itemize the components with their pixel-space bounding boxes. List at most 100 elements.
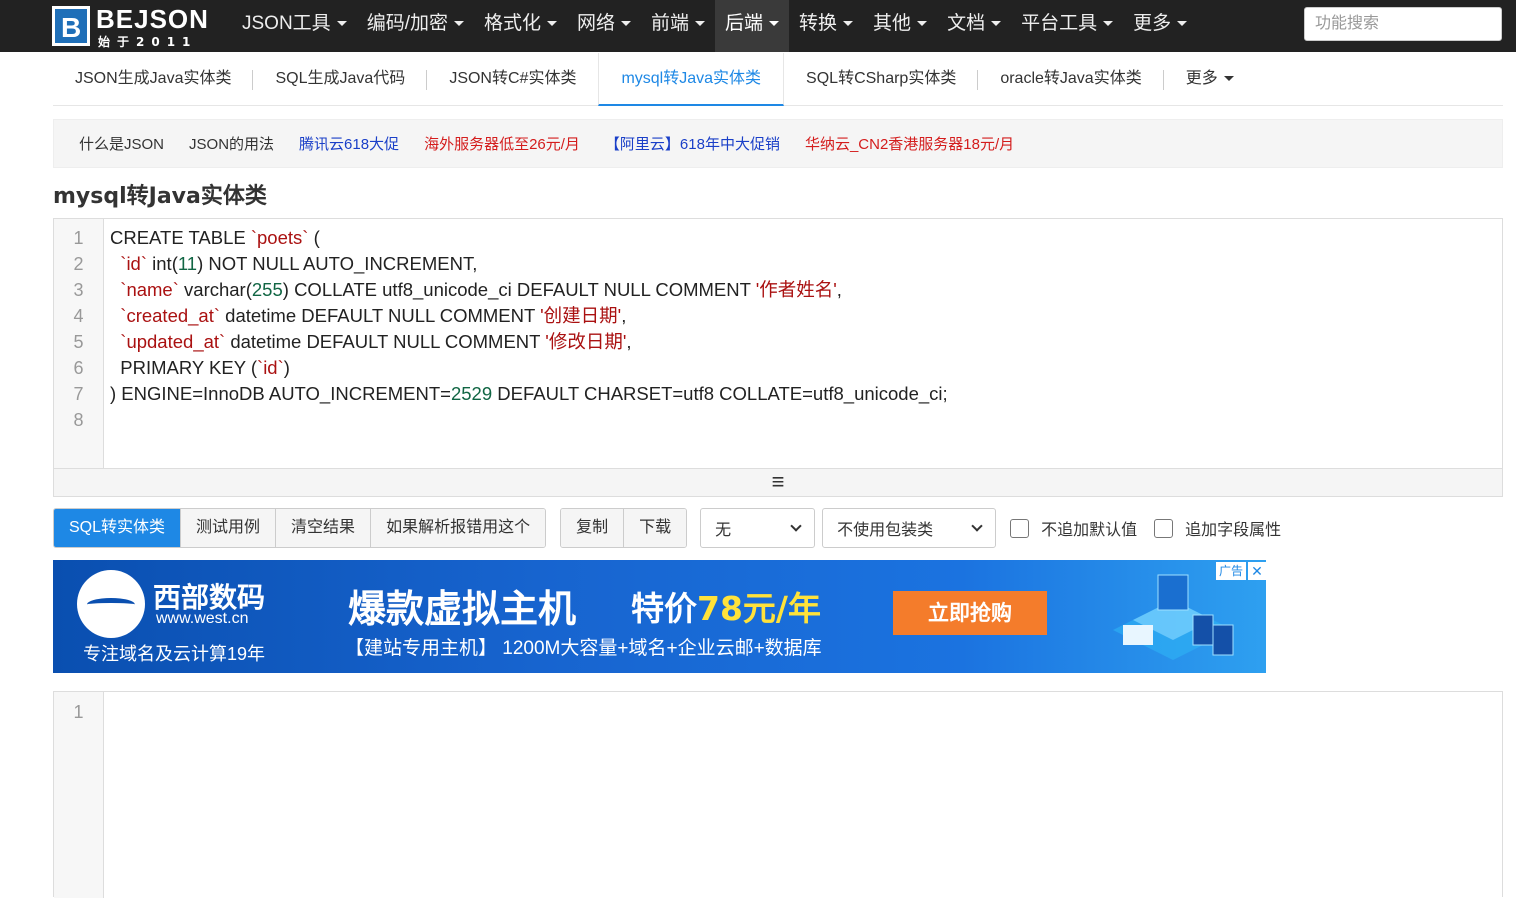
test-case-button[interactable]: 测试用例	[181, 509, 277, 547]
tab-2[interactable]: JSON转C#实体类	[427, 53, 598, 106]
ad-headline: 爆款虚拟主机	[348, 587, 577, 631]
nav-item-label: 文档	[947, 13, 986, 34]
fallback-parse-button[interactable]: 如果解析报错用这个	[371, 509, 546, 547]
nav-item-label: 更多	[1133, 13, 1172, 34]
caret-down-icon	[991, 21, 1002, 27]
bejson-logo[interactable]: B BEJSON 始于2011	[52, 4, 212, 49]
code-token: '作者姓名'	[755, 279, 837, 300]
tab-label: 更多	[1185, 70, 1218, 87]
code-token: 255	[251, 279, 283, 300]
clear-result-button[interactable]: 清空结果	[276, 509, 372, 547]
tab-5[interactable]: oracle转Java实体类	[978, 53, 1165, 106]
tab-label: JSON转C#实体类	[449, 70, 577, 87]
nav-item-label: 网络	[576, 13, 615, 34]
copy-button[interactable]: 复制	[561, 509, 625, 547]
nav-item[interactable]: 转换	[789, 0, 863, 52]
tab-3[interactable]: mysql转Java实体类	[598, 53, 785, 106]
line-number: 5	[73, 332, 84, 352]
code-line: PRIMARY KEY (`id`)	[110, 355, 1502, 381]
code-token: `id`	[257, 357, 284, 378]
search-input[interactable]	[1304, 7, 1502, 41]
ad-cta-button[interactable]: 立即抢购	[893, 591, 1047, 635]
ad-banner[interactable]: 西部数码 www.west.cn 专注域名及云计算19年 爆款虚拟主机 特价78…	[53, 560, 1266, 673]
code-token: `poets`	[250, 227, 309, 248]
nav-item-label: 其他	[873, 13, 912, 34]
nav-item[interactable]: 后端	[715, 0, 790, 52]
top-navbar: B BEJSON 始于2011 JSON工具 编码/加密 格式化 网络 前端 后端 转换 其他…	[0, 0, 1516, 52]
caret-down-icon	[336, 21, 347, 27]
field-attributes-checkbox[interactable]: 追加字段属性	[1154, 516, 1281, 540]
code-token: ) COLLATE utf8_unicode_ci DEFAULT NULL C…	[282, 279, 756, 300]
code-token: ) NOT NULL AUTO_INCREMENT,	[197, 253, 478, 274]
code-token: '创建日期'	[540, 305, 622, 326]
code-token: `name`	[120, 279, 179, 300]
tab-label: SQL转CSharp实体类	[806, 70, 957, 87]
code-line: `updated_at` datetime DEFAULT NULL COMME…	[110, 329, 1502, 355]
code-token: `updated_at`	[120, 331, 226, 352]
nav-item[interactable]: 前端	[641, 0, 715, 52]
promo-link[interactable]: 海外服务器低至26元/月	[424, 133, 580, 154]
tab-1[interactable]: SQL生成Java代码	[253, 53, 428, 106]
promo-link[interactable]: 华纳云_CN2香港服务器18元/月	[805, 133, 1014, 154]
line-number: 1	[73, 702, 84, 722]
nav-item[interactable]: 其他	[863, 0, 937, 52]
promo-link[interactable]: 什么是JSON	[79, 133, 164, 154]
checkbox-box[interactable]	[1154, 518, 1174, 538]
wrapper-class-select[interactable]: 不使用包装类	[822, 508, 997, 548]
checkbox-box[interactable]	[1010, 518, 1030, 538]
promo-link[interactable]: 【阿里云】618年中大促销	[605, 133, 780, 154]
tab-4[interactable]: SQL转CSharp实体类	[784, 53, 979, 106]
resize-handle-icon[interactable]: ≡	[54, 468, 1502, 496]
nav-item-label: 格式化	[483, 13, 541, 34]
line-number: 7	[73, 384, 84, 404]
code-token: '修改日期'	[545, 331, 627, 352]
action-toolbar: SQL转实体类 测试用例 清空结果 如果解析报错用这个 复制 下载 无 不使用包装类 不…	[53, 508, 1281, 548]
line-number: 3	[73, 280, 84, 300]
promo-link[interactable]: 腾讯云618大促	[299, 133, 399, 154]
java-output-editor[interactable]: 1	[53, 691, 1503, 898]
caret-down-icon	[621, 21, 631, 27]
promo-link[interactable]: JSON的用法	[189, 133, 274, 154]
nav-item[interactable]: 更多	[1123, 0, 1197, 52]
nav-item[interactable]: 网络	[567, 0, 641, 52]
line-number: 8	[73, 410, 84, 430]
close-icon[interactable]: ✕	[1248, 562, 1266, 580]
caret-down-icon	[917, 21, 928, 27]
nav-item[interactable]: JSON工具	[232, 0, 357, 52]
nav-item[interactable]: 平台工具	[1011, 0, 1123, 52]
caret-down-icon	[769, 21, 780, 27]
sql-input-editor[interactable]: 1 2 3 4 5 6 7 8 CREATE TABLE `poets` ( `id` int…	[53, 218, 1503, 497]
code-line: `name` varchar(255) COLLATE utf8_unicode…	[110, 277, 1502, 303]
nav-item[interactable]: 文档	[937, 0, 1011, 52]
code-token: 11	[177, 253, 198, 274]
nav-item[interactable]: 编码/加密	[357, 0, 474, 52]
ad-price-prefix: 特价	[631, 589, 697, 628]
annotation-select[interactable]: 无	[700, 508, 816, 548]
line-number: 1	[73, 228, 84, 248]
download-button[interactable]: 下载	[624, 509, 687, 547]
ad-url: www.west.cn	[156, 610, 249, 627]
west-logo-icon	[77, 570, 145, 638]
caret-down-icon	[843, 21, 854, 27]
caret-down-icon	[1103, 21, 1114, 27]
chevron-down-icon	[790, 520, 802, 532]
chevron-down-icon	[971, 520, 983, 532]
code-area[interactable]: CREATE TABLE `poets` ( `id` int(11) NOT …	[110, 225, 1502, 433]
nav-item-label: 编码/加密	[366, 13, 448, 34]
logo-mark: B	[52, 6, 90, 46]
nav-item-label: 平台工具	[1021, 13, 1098, 34]
nav-item[interactable]: 格式化	[474, 0, 567, 52]
tab-label: JSON生成Java实体类	[75, 70, 232, 87]
code-token: ) ENGINE=InnoDB AUTO_INCREMENT=	[110, 383, 451, 404]
no-default-value-checkbox[interactable]: 不追加默认值	[1010, 516, 1137, 540]
tab-0[interactable]: JSON生成Java实体类	[53, 53, 254, 106]
code-token: datetime DEFAULT NULL COMMENT	[220, 305, 541, 326]
nav-item-label: 转换	[799, 13, 838, 34]
promo-link-bar: 什么是JSON JSON的用法 腾讯云618大促 海外服务器低至26元/月 【阿里云】6…	[53, 119, 1503, 168]
convert-button[interactable]: SQL转实体类	[54, 509, 182, 547]
tab-6[interactable]: 更多	[1164, 53, 1256, 106]
